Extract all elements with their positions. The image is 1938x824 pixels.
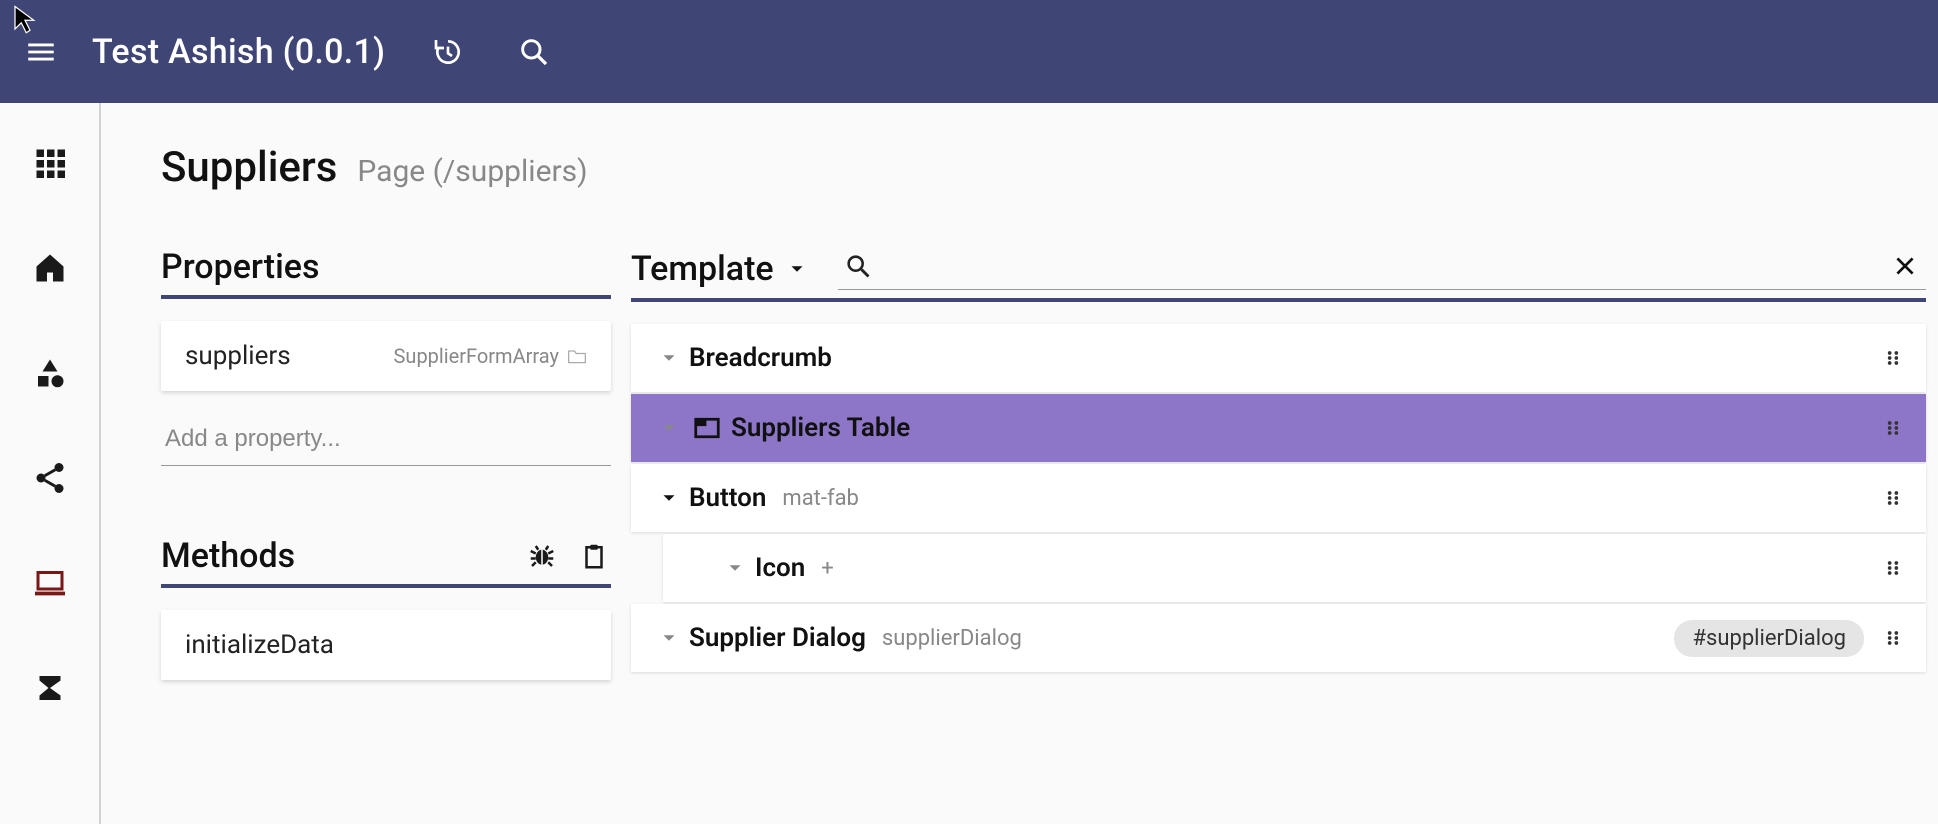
- debug-button[interactable]: [525, 539, 559, 573]
- page-header: Suppliers Page (/suppliers): [161, 143, 1938, 192]
- tree-node-sub: +: [821, 556, 833, 581]
- tab-icon: [689, 410, 725, 446]
- properties-panel-title: Properties: [161, 247, 319, 287]
- chevron-down-icon: [786, 258, 808, 280]
- apps-icon: [32, 145, 68, 181]
- expand-toggle[interactable]: [649, 408, 689, 448]
- sidebar: [0, 103, 101, 824]
- top-bar: Test Ashish (0.0.1): [0, 0, 1938, 103]
- clipboard-button[interactable]: [577, 539, 611, 573]
- drag-handle[interactable]: [1878, 553, 1908, 583]
- laptop-icon: [32, 565, 68, 601]
- page-subtitle: Page (/suppliers): [357, 154, 587, 189]
- sidebar-sigma[interactable]: [25, 663, 75, 713]
- tree-node-sub: mat-fab: [782, 486, 859, 511]
- expand-toggle[interactable]: [649, 478, 689, 518]
- page-title: Suppliers: [161, 143, 337, 192]
- methods-panel-header: Methods: [161, 536, 611, 588]
- add-property-input[interactable]: [161, 415, 611, 466]
- hamburger-icon: [24, 35, 58, 69]
- tree-node-label: Button: [689, 483, 766, 513]
- search-icon: [844, 252, 872, 280]
- main-content: Suppliers Page (/suppliers) Properties s…: [101, 103, 1938, 824]
- shapes-icon: [32, 355, 68, 391]
- tree-row[interactable]: Breadcrumb: [631, 324, 1926, 392]
- drag-handle[interactable]: [1878, 343, 1908, 373]
- property-type: SupplierFormArray: [394, 344, 587, 368]
- expand-toggle[interactable]: [649, 618, 689, 658]
- drag-handle[interactable]: [1878, 483, 1908, 513]
- drag-handle[interactable]: [1878, 623, 1908, 653]
- chevron-down-icon: [658, 627, 680, 649]
- properties-panel-header: Properties: [161, 247, 611, 299]
- expand-toggle[interactable]: [649, 338, 689, 378]
- tree-node-sub: supplierDialog: [882, 626, 1022, 651]
- chevron-down-icon: [658, 417, 680, 439]
- app-title: Test Ashish (0.0.1): [92, 32, 385, 72]
- history-icon: [432, 36, 464, 68]
- tree-row[interactable]: Button mat-fab: [631, 464, 1926, 532]
- tree-node-label: Supplier Dialog: [689, 623, 866, 653]
- search-button[interactable]: [511, 29, 557, 75]
- close-icon: [1892, 253, 1918, 279]
- template-panel-title: Template: [631, 249, 774, 289]
- chevron-down-icon: [658, 487, 680, 509]
- sidebar-shapes[interactable]: [25, 348, 75, 398]
- sidebar-share[interactable]: [25, 453, 75, 503]
- template-tree: Breadcrumb Suppliers Table Button mat-fab Ic…: [631, 324, 1926, 674]
- tree-row[interactable]: Icon +: [663, 534, 1926, 602]
- property-name: suppliers: [185, 341, 291, 371]
- folder-icon: [567, 347, 587, 365]
- chevron-down-icon: [724, 557, 746, 579]
- template-panel-header: Template: [631, 247, 1926, 302]
- home-icon: [32, 250, 68, 286]
- clipboard-icon: [579, 541, 609, 571]
- search-icon: [518, 36, 550, 68]
- drag-handle[interactable]: [1878, 413, 1908, 443]
- template-search[interactable]: [838, 247, 1926, 290]
- sigma-icon: [32, 670, 68, 706]
- tree-node-label: Breadcrumb: [689, 343, 832, 373]
- tree-node-label: Suppliers Table: [731, 413, 910, 443]
- tree-node-badge: #supplierDialog: [1674, 620, 1864, 657]
- property-item[interactable]: suppliers SupplierFormArray: [161, 321, 611, 391]
- template-dropdown[interactable]: Template: [631, 249, 808, 289]
- sidebar-apps[interactable]: [25, 138, 75, 188]
- method-item[interactable]: initializeData: [161, 610, 611, 680]
- bug-icon: [527, 541, 557, 571]
- methods-panel-title: Methods: [161, 536, 295, 576]
- expand-toggle[interactable]: [715, 548, 755, 588]
- template-search-input[interactable]: [872, 253, 1890, 279]
- sidebar-laptop[interactable]: [25, 558, 75, 608]
- sidebar-home[interactable]: [25, 243, 75, 293]
- menu-button[interactable]: [20, 31, 62, 73]
- clear-search-button[interactable]: [1890, 251, 1920, 281]
- share-icon: [32, 460, 68, 496]
- tree-row[interactable]: Supplier Dialog supplierDialog #supplierDi…: [631, 604, 1926, 672]
- tree-node-label: Icon: [755, 553, 805, 583]
- history-button[interactable]: [425, 29, 471, 75]
- chevron-down-icon: [658, 347, 680, 369]
- tree-row[interactable]: Suppliers Table: [631, 394, 1926, 462]
